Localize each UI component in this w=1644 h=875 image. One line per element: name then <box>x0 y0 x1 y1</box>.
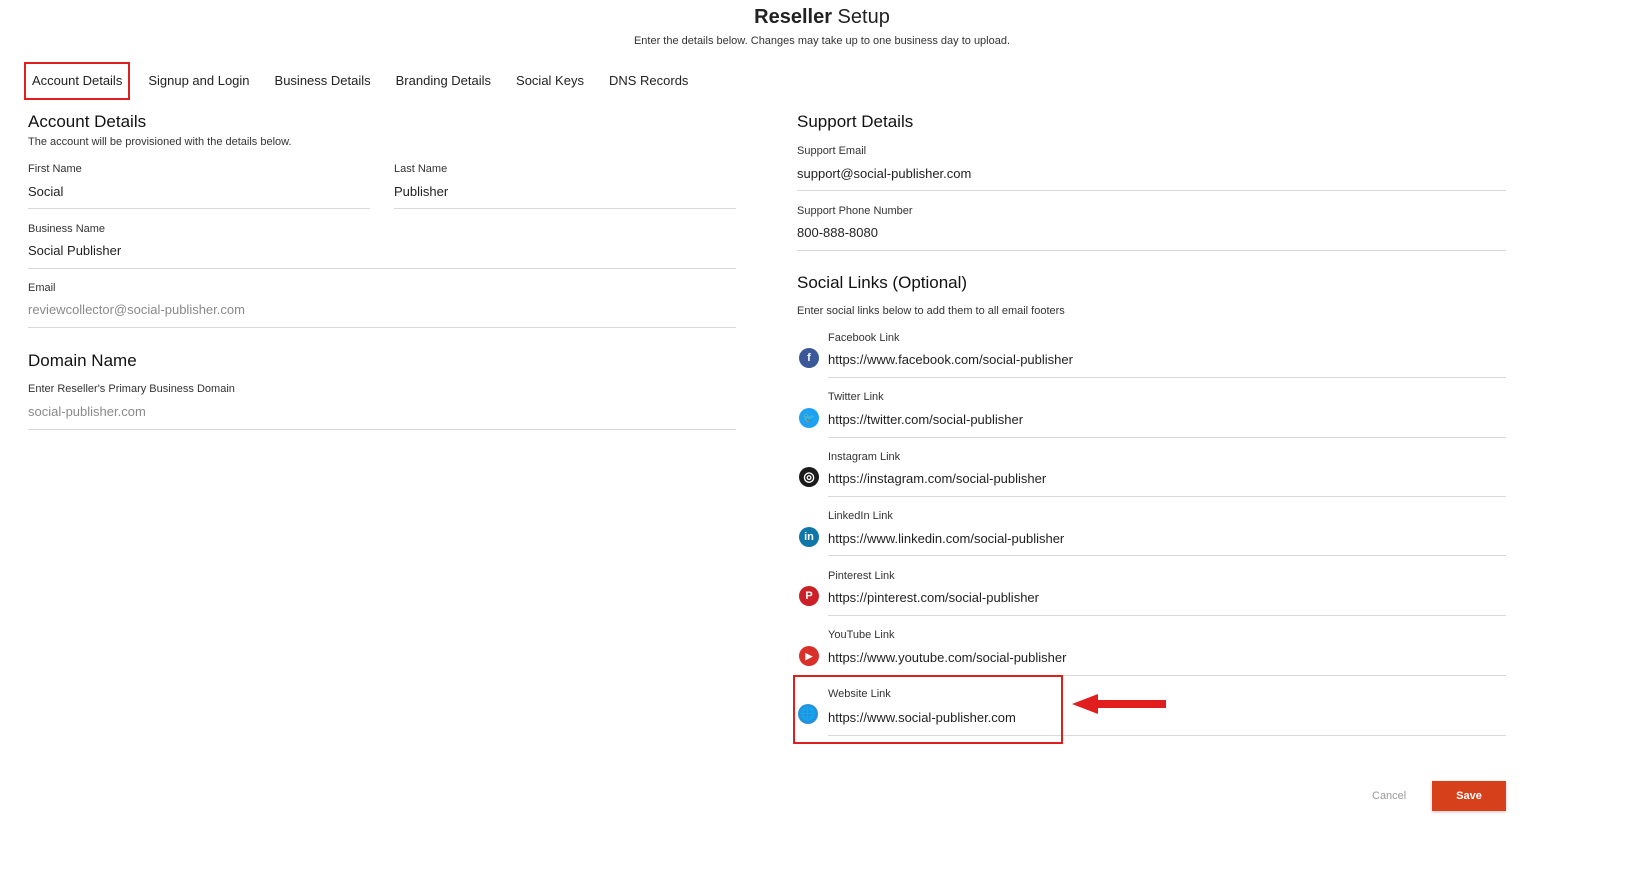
support-email-underline <box>797 190 1506 191</box>
first-name-label: First Name <box>28 163 82 175</box>
pinterest-icon: P <box>799 586 819 606</box>
page-subtitle: Enter the details below. Changes may tak… <box>633 35 1011 47</box>
facebook-icon: f <box>799 348 819 368</box>
domain-name-label: Enter Reseller's Primary Business Domain <box>28 383 235 395</box>
annotation-arrow-icon <box>1072 694 1166 714</box>
pinterest-link-label: Pinterest Link <box>828 570 895 582</box>
last-name-field[interactable]: Publisher <box>394 184 448 199</box>
instagram-icon: ◎ <box>799 467 819 487</box>
last-name-label: Last Name <box>394 163 448 175</box>
youtube-icon: ▶ <box>799 646 819 666</box>
tab-branding-details[interactable]: Branding Details <box>389 62 498 100</box>
support-details-heading: Support Details <box>797 112 914 131</box>
facebook-link-field[interactable]: https://www.facebook.com/social-publishe… <box>828 352 1073 367</box>
email-field[interactable]: reviewcollector@social-publisher.com <box>28 302 245 317</box>
support-email-field[interactable]: support@social-publisher.com <box>797 166 971 181</box>
twitter-link-label: Twitter Link <box>828 391 884 403</box>
support-email-label: Support Email <box>797 145 867 157</box>
support-phone-field[interactable]: 800-888-8080 <box>797 225 878 240</box>
linkedin-link-underline <box>828 555 1506 556</box>
save-button[interactable]: Save <box>1432 781 1506 811</box>
account-details-description: The account will be provisioned with the… <box>28 136 292 148</box>
twitter-link-field[interactable]: https://twitter.com/social-publisher <box>828 412 1023 427</box>
facebook-link-label: Facebook Link <box>828 332 900 344</box>
twitter-link-underline <box>828 437 1506 438</box>
first-name-underline <box>28 208 370 209</box>
pinterest-link-underline <box>828 615 1506 616</box>
account-details-heading: Account Details <box>28 112 147 131</box>
tab-social-keys[interactable]: Social Keys <box>509 62 591 100</box>
twitter-icon: 🐦 <box>799 408 819 428</box>
instagram-link-field[interactable]: https://instagram.com/social-publisher <box>828 471 1046 486</box>
tab-account-details[interactable]: Account Details <box>24 62 131 100</box>
support-phone-underline <box>797 250 1506 251</box>
tab-signup-and-login[interactable]: Signup and Login <box>141 62 256 100</box>
tab-bar: Account Details Signup and Login Busines… <box>24 62 706 100</box>
business-name-label: Business Name <box>28 223 106 235</box>
website-link-highlight-box <box>793 675 1063 744</box>
last-name-underline <box>394 208 736 209</box>
linkedin-icon: in <box>799 527 819 547</box>
page-title: Reseller Setup <box>754 6 890 28</box>
support-phone-label: Support Phone Number <box>797 205 913 217</box>
tab-business-details[interactable]: Business Details <box>268 62 378 100</box>
business-name-underline <box>28 268 736 269</box>
cancel-button[interactable]: Cancel <box>1372 790 1406 802</box>
youtube-link-label: YouTube Link <box>828 629 895 641</box>
business-name-field[interactable]: Social Publisher <box>28 243 121 258</box>
social-links-heading: Social Links (Optional) <box>797 273 968 292</box>
youtube-link-field[interactable]: https://www.youtube.com/social-publisher <box>828 650 1066 665</box>
social-links-description: Enter social links below to add them to … <box>797 305 1065 317</box>
email-underline <box>28 327 736 328</box>
domain-name-underline <box>28 429 736 430</box>
facebook-link-underline <box>828 377 1506 378</box>
pinterest-link-field[interactable]: https://pinterest.com/social-publisher <box>828 590 1039 605</box>
linkedin-link-field[interactable]: https://www.linkedin.com/social-publishe… <box>828 531 1064 546</box>
instagram-link-underline <box>828 496 1506 497</box>
domain-name-heading: Domain Name <box>28 351 137 370</box>
first-name-field[interactable]: Social <box>28 184 63 199</box>
linkedin-link-label: LinkedIn Link <box>828 510 893 522</box>
email-label: Email <box>28 282 56 294</box>
domain-name-field[interactable]: social-publisher.com <box>28 404 146 419</box>
instagram-link-label: Instagram Link <box>828 451 901 463</box>
tab-dns-records[interactable]: DNS Records <box>602 62 695 100</box>
